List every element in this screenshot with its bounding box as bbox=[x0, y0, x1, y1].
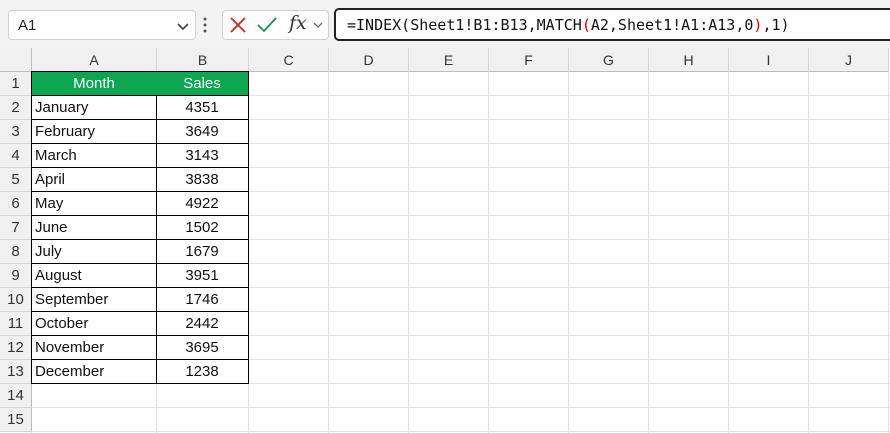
sales-cell[interactable]: 3143 bbox=[156, 144, 249, 168]
gridline bbox=[408, 72, 409, 433]
sales-cell[interactable]: 2442 bbox=[156, 312, 249, 336]
row-header-7[interactable]: 7 bbox=[0, 216, 32, 240]
column-header-i[interactable]: I bbox=[729, 48, 809, 72]
sales-cell[interactable]: 3951 bbox=[156, 264, 249, 288]
gridline bbox=[808, 72, 809, 433]
formula-text: =INDEX(Sheet1!B1:B13,MATCH(A2,Sheet1!A1:… bbox=[347, 16, 790, 34]
row-header-9[interactable]: 9 bbox=[0, 264, 32, 288]
month-cell[interactable]: January bbox=[31, 96, 157, 120]
gridline bbox=[32, 431, 890, 432]
formula-controls: fx bbox=[222, 10, 329, 40]
name-box[interactable]: A1 bbox=[8, 10, 196, 40]
column-header-b[interactable]: B bbox=[157, 48, 249, 72]
month-cell[interactable]: September bbox=[31, 288, 157, 312]
gridline bbox=[888, 72, 889, 433]
gridline bbox=[328, 72, 329, 433]
x-icon[interactable] bbox=[229, 16, 247, 34]
column-header-j[interactable]: J bbox=[809, 48, 889, 72]
insert-function-button[interactable]: fx bbox=[289, 12, 307, 34]
sales-cell[interactable]: 4922 bbox=[156, 192, 249, 216]
month-cell[interactable]: May bbox=[31, 192, 157, 216]
formula-input[interactable]: =INDEX(Sheet1!B1:B13,MATCH(A2,Sheet1!A1:… bbox=[334, 8, 890, 41]
checkmark-icon[interactable] bbox=[256, 16, 278, 34]
formula-bar: A1 fx =INDEX(Sheet1!B1:B13,MATCH(A2,Shee… bbox=[0, 0, 890, 48]
month-cell[interactable]: March bbox=[31, 144, 157, 168]
chevron-down-icon[interactable] bbox=[175, 18, 191, 34]
formula-part: A2,Sheet1!A1:A13,0 bbox=[590, 16, 754, 34]
column-header-a[interactable]: A bbox=[32, 48, 157, 72]
name-box-value: A1 bbox=[18, 17, 37, 34]
month-cell[interactable]: November bbox=[31, 336, 157, 360]
gridline bbox=[488, 72, 489, 433]
row-header-1[interactable]: 1 bbox=[0, 72, 32, 96]
sales-cell[interactable]: 4351 bbox=[156, 96, 249, 120]
gridline bbox=[648, 72, 649, 433]
row-header-10[interactable]: 10 bbox=[0, 288, 32, 312]
row-header-15[interactable]: 15 bbox=[0, 408, 32, 432]
sales-cell[interactable]: 3649 bbox=[156, 120, 249, 144]
column-header-h[interactable]: H bbox=[649, 48, 729, 72]
column-header-f[interactable]: F bbox=[489, 48, 569, 72]
gridline bbox=[568, 72, 569, 433]
sales-cell[interactable]: 1502 bbox=[156, 216, 249, 240]
select-all-corner[interactable] bbox=[0, 48, 32, 72]
month-cell[interactable]: June bbox=[31, 216, 157, 240]
row-header-5[interactable]: 5 bbox=[0, 168, 32, 192]
row-header-6[interactable]: 6 bbox=[0, 192, 32, 216]
gridline bbox=[728, 72, 729, 433]
formula-part: ,1) bbox=[762, 16, 790, 34]
sales-cell[interactable]: 3838 bbox=[156, 168, 249, 192]
row-header-8[interactable]: 8 bbox=[0, 240, 32, 264]
row-header-4[interactable]: 4 bbox=[0, 144, 32, 168]
row-header-2[interactable]: 2 bbox=[0, 96, 32, 120]
sales-cell[interactable]: 1238 bbox=[156, 360, 249, 384]
formula-part: =INDEX(Sheet1!B1:B13,MATCH bbox=[347, 16, 582, 34]
column-header-d[interactable]: D bbox=[329, 48, 409, 72]
month-cell[interactable]: July bbox=[31, 240, 157, 264]
row-header-13[interactable]: 13 bbox=[0, 360, 32, 384]
column-header-e[interactable]: E bbox=[409, 48, 489, 72]
sales-cell[interactable]: 3695 bbox=[156, 336, 249, 360]
month-cell[interactable]: December bbox=[31, 360, 157, 384]
sales-cell[interactable]: 1679 bbox=[156, 240, 249, 264]
table-header-cell[interactable]: Sales bbox=[156, 71, 249, 96]
table-header-cell[interactable]: Month bbox=[31, 71, 157, 96]
month-cell[interactable]: April bbox=[31, 168, 157, 192]
month-cell[interactable]: August bbox=[31, 264, 157, 288]
month-cell[interactable]: October bbox=[31, 312, 157, 336]
gridline bbox=[32, 407, 890, 408]
sales-cell[interactable]: 1746 bbox=[156, 288, 249, 312]
formula-part: ( bbox=[581, 16, 591, 34]
row-header-3[interactable]: 3 bbox=[0, 120, 32, 144]
column-header-g[interactable]: G bbox=[569, 48, 649, 72]
column-header-c[interactable]: C bbox=[249, 48, 329, 72]
chevron-down-icon[interactable] bbox=[312, 19, 324, 31]
row-header-12[interactable]: 12 bbox=[0, 336, 32, 360]
month-cell[interactable]: February bbox=[31, 120, 157, 144]
row-header-11[interactable]: 11 bbox=[0, 312, 32, 336]
vertical-ellipsis-icon[interactable] bbox=[203, 17, 207, 33]
row-header-14[interactable]: 14 bbox=[0, 384, 32, 408]
